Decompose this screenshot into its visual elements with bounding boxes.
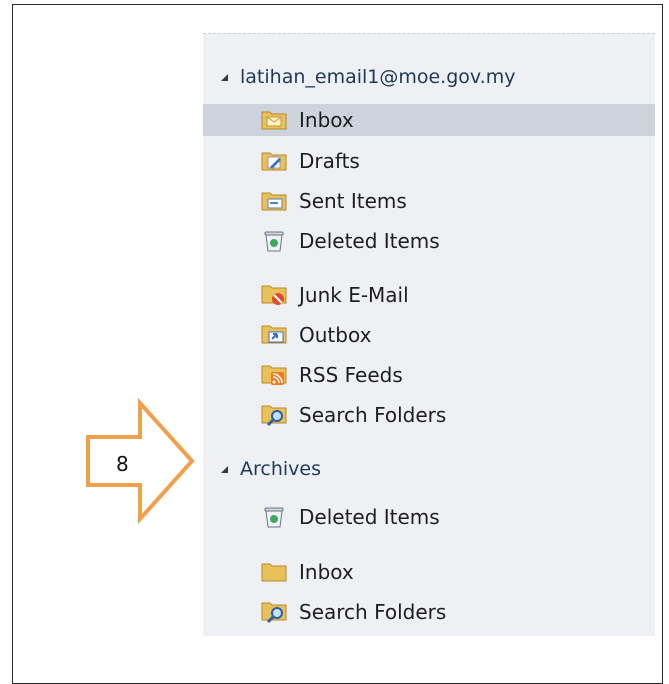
sent-items-folder-icon [261,189,287,213]
folder-label: Inbox [299,108,354,132]
folder-label: RSS Feeds [299,363,403,387]
folder-deleted-items[interactable]: Deleted Items [203,225,655,257]
folder-drafts[interactable]: Drafts [203,145,655,177]
deleted-items-icon [261,505,287,529]
folder-label: Search Folders [299,403,447,427]
folder-outbox[interactable]: Outbox [203,319,655,351]
junk-email-folder-icon [261,283,287,307]
archives-header[interactable]: Archives [203,454,655,484]
folder-label: Drafts [299,149,360,173]
folder-search-folders[interactable]: Search Folders [203,399,655,431]
archive-folder-inbox[interactable]: Inbox [203,556,655,588]
drafts-folder-icon [261,149,287,173]
callout-number: 8 [116,452,129,476]
folder-rss-feeds[interactable]: RSS Feeds [203,359,655,391]
collapse-triangle-icon[interactable] [221,465,228,473]
outbox-folder-icon [261,323,287,347]
inbox-folder-icon [261,560,287,584]
folder-label: Outbox [299,323,372,347]
folder-label: Inbox [299,560,354,584]
archive-folder-deleted-items[interactable]: Deleted Items [203,501,655,533]
collapse-triangle-icon[interactable] [221,73,228,81]
callout-arrow [86,397,195,525]
search-folders-icon [261,600,287,624]
search-folders-icon [261,403,287,427]
account-email: latihan_email1@moe.gov.my [240,66,516,88]
folder-sent-items[interactable]: Sent Items [203,185,655,217]
folder-label: Deleted Items [299,229,440,253]
inbox-folder-icon [261,108,287,132]
account-header[interactable]: latihan_email1@moe.gov.my [203,62,655,92]
screenshot-frame: latihan_email1@moe.gov.my Inbox Drafts S… [12,4,663,684]
folder-pane: latihan_email1@moe.gov.my Inbox Drafts S… [203,33,655,636]
folder-label: Deleted Items [299,505,440,529]
folder-inbox[interactable]: Inbox [203,104,655,136]
folder-junk-email[interactable]: Junk E-Mail [203,279,655,311]
folder-label: Search Folders [299,600,447,624]
folder-label: Sent Items [299,189,407,213]
archives-label: Archives [240,458,321,480]
deleted-items-icon [261,229,287,253]
folder-label: Junk E-Mail [299,283,409,307]
rss-feeds-folder-icon [261,363,287,387]
archive-folder-search-folders[interactable]: Search Folders [203,596,655,628]
